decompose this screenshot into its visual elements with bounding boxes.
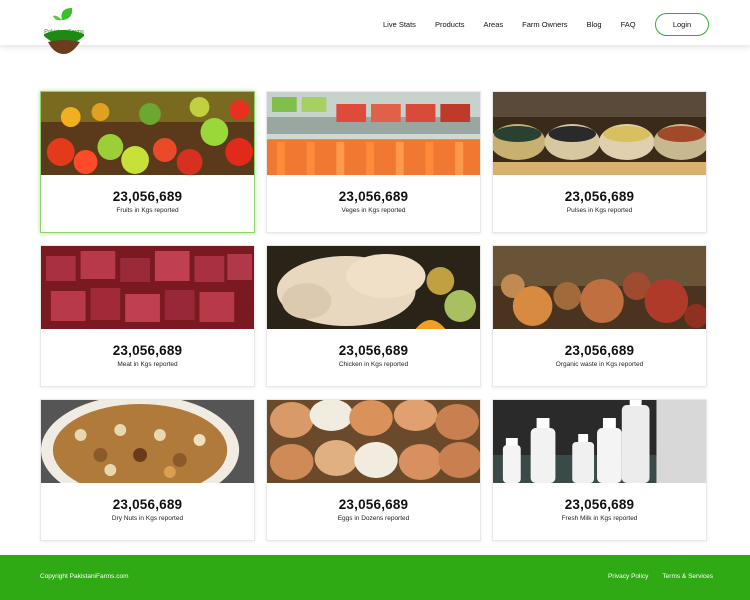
eggs-image	[267, 400, 480, 483]
stat-label: Meat in Kgs reported	[117, 361, 178, 368]
stat-label: Fresh Milk in Kgs reported	[561, 515, 638, 522]
stat-card-chicken[interactable]: 23,056,689 Chicken in Kgs reported	[266, 245, 481, 387]
stat-label: Organic waste in Kgs reported	[555, 361, 644, 368]
stat-card-pulses[interactable]: 23,056,689 Pulses in Kgs reported	[492, 91, 707, 233]
stat-value: 23,056,689	[564, 497, 635, 512]
stat-value: 23,056,689	[564, 343, 635, 358]
vegetables-image	[267, 92, 480, 175]
stat-value: 23,056,689	[338, 497, 409, 512]
logo-text: Pakistani Farms	[44, 29, 84, 35]
pakistani-farms-logo[interactable]: Pakistani Farms	[42, 6, 86, 56]
organic-waste-image	[493, 246, 706, 329]
pulses-image	[493, 92, 706, 175]
login-button[interactable]: Login	[655, 13, 709, 36]
stat-card-fresh-milk[interactable]: 23,056,689 Fresh Milk in Kgs reported	[492, 399, 707, 541]
nav-farm-owners[interactable]: Farm Owners	[522, 20, 567, 29]
nav-blog[interactable]: Blog	[587, 20, 602, 29]
stat-label: Chicken in Kgs reported	[338, 361, 409, 368]
privacy-policy-link[interactable]: Privacy Policy	[608, 573, 648, 580]
stat-label: Pulses in Kgs reported	[566, 207, 633, 214]
stat-label: Eggs in Dozens reported	[337, 515, 410, 522]
dry-nuts-image	[41, 400, 254, 483]
stat-card-dry-nuts[interactable]: 23,056,689 Dry Nuts in Kgs reported	[40, 399, 255, 541]
stat-card-organic-waste[interactable]: 23,056,689 Organic waste in Kgs reported	[492, 245, 707, 387]
nav-faq[interactable]: FAQ	[621, 20, 636, 29]
stat-value: 23,056,689	[564, 189, 635, 204]
copyright-text: Copyright PakistaniFarms.com	[40, 573, 129, 580]
meat-image	[41, 246, 254, 329]
stat-card-meat[interactable]: 23,056,689 Meat in Kgs reported	[40, 245, 255, 387]
nav-areas[interactable]: Areas	[484, 20, 504, 29]
stat-card-fruits[interactable]: 23,056,689 Fruits in Kgs reported	[40, 91, 255, 233]
nav-live-stats[interactable]: Live Stats	[383, 20, 416, 29]
stat-card-eggs[interactable]: 23,056,689 Eggs in Dozens reported	[266, 399, 481, 541]
chicken-image	[267, 246, 480, 329]
site-footer: Copyright PakistaniFarms.com Privacy Pol…	[0, 555, 750, 600]
stat-value: 23,056,689	[112, 343, 183, 358]
stat-card-veges[interactable]: 23,056,689 Veges in Kgs reported	[266, 91, 481, 233]
stat-label: Veges in Kgs reported	[341, 207, 406, 214]
site-header: Pakistani Farms Live Stats Products Area…	[0, 0, 750, 54]
nav-products[interactable]: Products	[435, 20, 465, 29]
fruits-image	[41, 92, 254, 175]
stat-value: 23,056,689	[338, 189, 409, 204]
terms-services-link[interactable]: Terms & Services	[662, 573, 713, 580]
stat-value: 23,056,689	[112, 189, 183, 204]
stat-label: Dry Nuts in Kgs reported	[111, 515, 184, 522]
stat-value: 23,056,689	[112, 497, 183, 512]
stat-label: Fruits in Kgs reported	[116, 207, 179, 214]
main-nav: Live Stats Products Areas Farm Owners Bl…	[383, 14, 655, 34]
milk-image	[493, 400, 706, 483]
stat-value: 23,056,689	[338, 343, 409, 358]
footer-links: Privacy Policy Terms & Services	[594, 573, 713, 580]
